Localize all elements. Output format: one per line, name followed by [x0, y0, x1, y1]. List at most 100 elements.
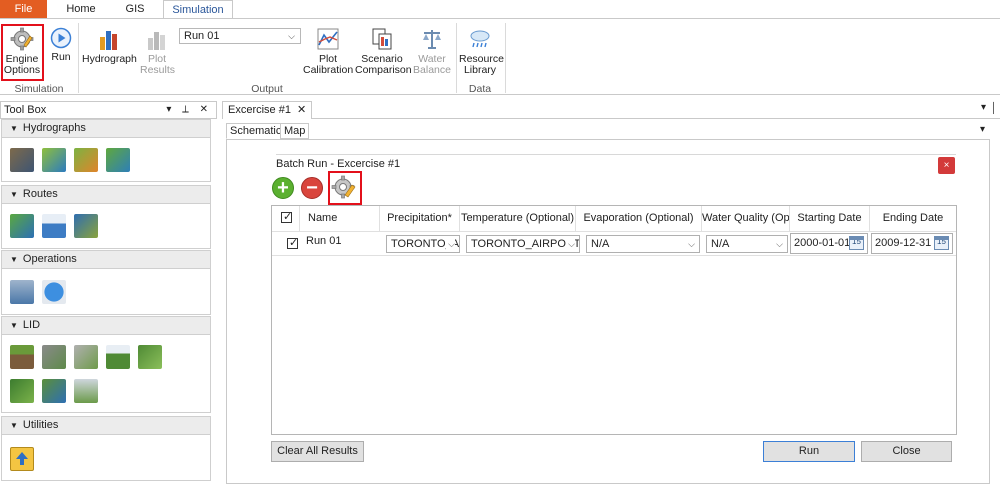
dialog-close-button[interactable]: ×	[938, 157, 955, 174]
plot-results-label: Plot Results	[140, 53, 176, 76]
tab-schematic[interactable]: Schematic	[226, 123, 286, 139]
section-header-hydrographs[interactable]: ▼ Hydrographs	[1, 119, 211, 138]
highlight-box-engine-options	[1, 24, 44, 81]
tab-list-dropdown-icon[interactable]: ▾	[981, 102, 986, 113]
bar-chart-icon	[100, 31, 117, 50]
lid-tool-icon[interactable]	[42, 379, 66, 403]
section-header-routes[interactable]: ▼ Routes	[1, 185, 211, 204]
tab-excercise-1[interactable]: Excercise #1 ✕	[222, 101, 313, 119]
column-header[interactable]: Water Quality (Op	[702, 206, 790, 231]
remove-run-icon[interactable]: −	[301, 177, 323, 199]
run-select-value: Run 01	[184, 30, 220, 42]
run-select[interactable]: Run 01 ⌵	[179, 28, 301, 44]
lid-tool-icon[interactable]	[42, 345, 66, 369]
scenario-comparison-label: Scenario Comparison	[355, 53, 412, 76]
precipitation-select[interactable]: TORONTO_A ⌵	[386, 235, 460, 253]
section-label: Hydrographs	[22, 122, 86, 134]
section-header-operations[interactable]: ▼ Operations	[1, 250, 211, 269]
hydrograph-tool-icon[interactable]	[10, 148, 34, 172]
group-label-data: Data	[468, 83, 492, 95]
water-balance-button[interactable]: Water Balance	[413, 27, 451, 76]
lid-tool-icon[interactable]	[10, 345, 34, 369]
close-icon[interactable]: ✕	[297, 104, 306, 116]
section-body-operations	[1, 269, 211, 315]
tab-gis[interactable]: GIS	[118, 0, 152, 19]
toolbox-controls[interactable]: ▾ ⟂ ✕	[166, 102, 212, 118]
operation-tool-icon[interactable]	[10, 280, 34, 304]
lid-tool-icon[interactable]	[10, 379, 34, 403]
view-dropdown-icon[interactable]: ▾	[980, 124, 985, 135]
hydrograph-tool-icon[interactable]	[42, 148, 66, 172]
temperature-select[interactable]: TORONTO_AIRPORT_1 ⌵	[466, 235, 580, 253]
plot-calibration-button[interactable]: Plot Calibration	[303, 27, 353, 76]
play-icon	[50, 27, 72, 49]
chevron-down-icon: ⌵	[446, 236, 455, 252]
column-header[interactable]: Precipitation*	[380, 206, 460, 231]
lid-tool-icon[interactable]	[74, 345, 98, 369]
lid-tool-icon[interactable]	[138, 345, 162, 369]
tab-file[interactable]: File	[0, 0, 47, 19]
resource-library-button[interactable]: Resource Library	[459, 27, 504, 76]
plot-results-icon	[148, 32, 165, 50]
start-date-picker[interactable]: 2000-01-01 15	[790, 233, 868, 254]
dialog-title: Batch Run - Excercise #1	[276, 158, 401, 170]
column-header[interactable]: Ending Date	[870, 206, 956, 231]
water-quality-select[interactable]: N/A ⌵	[706, 235, 788, 253]
plot-calibration-label: Plot Calibration	[303, 53, 354, 76]
calendar-icon[interactable]: 15	[849, 236, 864, 250]
chevron-down-icon: ⌵	[686, 236, 695, 252]
header-select-all: ✓	[272, 206, 300, 231]
run-name: Run 01	[306, 235, 342, 247]
lid-tool-icon[interactable]	[106, 345, 130, 369]
hydrograph-tool-icon[interactable]	[74, 148, 98, 172]
column-header[interactable]: Starting Date	[790, 206, 870, 231]
close-button[interactable]: Close	[861, 441, 952, 462]
chevron-down-icon: ⌵	[566, 236, 575, 252]
section-header-lid[interactable]: ▼ LID	[1, 316, 211, 335]
toolbox-panel: Tool Box ▾ ⟂ ✕ ▼ Hydrographs ▼ Routes ▼ Ope…	[0, 101, 217, 487]
dialog-divider	[276, 154, 956, 155]
run-batch-button[interactable]: Run	[763, 441, 855, 462]
route-tool-icon[interactable]	[10, 214, 34, 238]
section-label: Operations	[22, 253, 77, 265]
section-label: Routes	[22, 188, 58, 200]
run-button[interactable]: Run	[49, 27, 73, 63]
evaporation-select[interactable]: N/A ⌵	[586, 235, 700, 253]
hydrograph-button[interactable]: Hydrograph	[82, 27, 137, 65]
add-run-icon[interactable]: +	[272, 177, 294, 199]
calendar-icon[interactable]: 15	[934, 236, 949, 250]
section-body-utilities	[1, 435, 211, 481]
row-checkbox[interactable]: ✓	[287, 237, 298, 249]
upload-icon[interactable]	[10, 447, 34, 471]
operation-tool-icon[interactable]	[42, 280, 66, 304]
ribbon-tab-bar: File Home GIS Simulation	[0, 0, 1000, 19]
route-tool-icon[interactable]	[42, 214, 66, 238]
document-tab-strip: Excercise #1 ✕ ▾	[222, 101, 1000, 119]
hydrograph-label: Hydrograph	[82, 53, 137, 65]
end-date-picker[interactable]: 2009-12-31 15	[871, 233, 953, 254]
start-date-value: 2000-01-01	[794, 237, 851, 249]
select-all-checkbox[interactable]: ✓	[281, 211, 292, 223]
lid-tool-icon[interactable]	[74, 379, 98, 403]
collapse-triangle-icon: ▼	[10, 421, 18, 430]
ribbon: Engine Options Run Hydrograph Plot Resul…	[0, 18, 1000, 95]
hydrograph-tool-icon[interactable]	[106, 148, 130, 172]
tab-simulation[interactable]: Simulation	[163, 0, 233, 19]
column-header[interactable]: Name	[300, 206, 380, 231]
tab-home[interactable]: Home	[60, 0, 102, 19]
section-body-routes	[1, 204, 211, 249]
column-header[interactable]: Temperature (Optional)	[460, 206, 576, 231]
section-header-utilities[interactable]: ▼ Utilities	[1, 416, 211, 435]
highlight-box-edit-run	[328, 171, 362, 205]
plot-results-button[interactable]: Plot Results	[140, 27, 176, 76]
panel-edge: │	[991, 103, 998, 114]
column-header[interactable]: Evaporation (Optional)	[576, 206, 702, 231]
temperature-value: TORONTO_AIRPORT_1	[471, 238, 580, 250]
run-label: Run	[51, 51, 71, 63]
section-label: Utilities	[22, 419, 59, 431]
tab-map[interactable]: Map	[280, 123, 310, 139]
clear-all-results-button[interactable]: Clear All Results	[271, 441, 364, 462]
scenario-comparison-button[interactable]: Scenario Comparison	[355, 27, 412, 76]
route-tool-icon[interactable]	[74, 214, 98, 238]
table-row[interactable]: ✓ Run 01 TORONTO_A ⌵ TORONTO_AIRPORT_1 ⌵…	[272, 231, 956, 256]
